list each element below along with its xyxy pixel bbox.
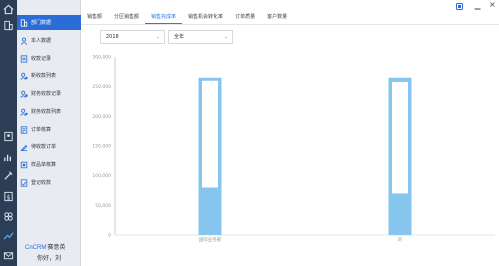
period-select-value: 全年 [174, 34, 185, 40]
contacts-icon[interactable] [3, 131, 14, 142]
chart-icon[interactable] [3, 152, 14, 163]
sidebar-item-label: 收款记录 [31, 56, 52, 62]
brand-name: CnCRM [25, 245, 47, 251]
sidebar-item-finance-receipt-records[interactable]: 财务收款记录 [17, 86, 81, 101]
sidebar-item-receipt-records[interactable]: 收款记录 [17, 51, 81, 66]
sidebar-item-label: 新收款列表 [31, 73, 57, 79]
tools-icon[interactable] [3, 170, 14, 181]
y-tick-label: 50,000 [95, 203, 111, 209]
brand-name-cn: 赛意英 [47, 245, 66, 251]
person-icon [20, 37, 28, 45]
tab-divider [81, 24, 499, 25]
sidebar-item-label: 财务收款记录 [31, 91, 62, 97]
sidebar-item-finance-receipt-list[interactable]: 财务收款列表 [17, 104, 81, 119]
minimize-icon[interactable] [474, 5, 481, 14]
y-tick-label: 300,000 [92, 55, 111, 61]
tab-sales-completion[interactable]: 销售完成率 [145, 10, 183, 24]
y-tick-label: 150,000 [92, 144, 111, 150]
grid-icon[interactable] [3, 211, 14, 222]
y-tick-label: 0 [108, 233, 111, 239]
x-tick-label: 刘 [398, 236, 403, 243]
sales-completion-chart: 300,000 250,000 200,000 150,000 100,000 50,00… [81, 48, 499, 258]
svg-text:$: $ [6, 193, 10, 201]
tab-region-sales[interactable]: 分区销售额 [108, 10, 145, 24]
sidebar-item-label: 待收款订单 [31, 144, 57, 150]
report-tabs: 销售额 分区销售额 销售完成率 销售机会转化率 订单质量 客户数量 [81, 10, 293, 24]
chart-canvas: 300,000 250,000 200,000 150,000 100,000 50,00… [92, 55, 495, 243]
tab-opportunity-conversion[interactable]: 销售机会转化率 [182, 10, 229, 24]
money-icon[interactable]: $ [3, 191, 14, 202]
receipt-icon [20, 54, 28, 63]
chevron-down-icon: ⌄ [155, 34, 160, 40]
sidebar-item-sample-accounting[interactable]: 样品单核算 [17, 157, 81, 172]
app-window: $ 部门数据 本人数据 收款记录 新收款列表 财务收款记录 财务收款列表 订单核… [0, 0, 499, 266]
sidebar-item-label: 财务收款列表 [31, 109, 62, 115]
tab-sales[interactable]: 销售额 [81, 10, 108, 24]
window-menu-icon[interactable] [456, 3, 463, 12]
home-icon[interactable] [3, 4, 14, 15]
sidebar-item-label: 样品单核算 [31, 162, 57, 168]
user-money-icon [20, 108, 28, 116]
tab-order-quality[interactable]: 订单质量 [229, 10, 261, 24]
mail-icon[interactable] [3, 250, 14, 261]
sidebar-item-label: 本人数据 [31, 38, 52, 44]
pen-icon [20, 143, 28, 151]
brand-logo: CnCRM赛意英 [25, 242, 65, 251]
trend-icon[interactable] [3, 230, 14, 241]
sidebar-item-department-data[interactable]: 部门数据 [17, 15, 81, 30]
tab-customer-count[interactable]: 客户数量 [261, 10, 293, 24]
sample-icon [20, 161, 28, 169]
sidebar-item-label: 登记收款 [31, 180, 52, 186]
register-icon [20, 178, 28, 187]
bar-inner [202, 80, 218, 188]
order-icon [20, 125, 28, 134]
sidebar-item-personal-data[interactable]: 本人数据 [17, 33, 81, 48]
sidebar-item-pending-orders[interactable]: 待收款订单 [17, 139, 81, 154]
bar-inner [392, 81, 408, 194]
building-icon[interactable] [3, 20, 14, 31]
y-tick-label: 250,000 [92, 84, 111, 90]
period-select[interactable]: 全年 ⌄ [168, 30, 233, 44]
sidebar-item-label: 订单核算 [31, 127, 52, 133]
sidebar: 部门数据 本人数据 收款记录 新收款列表 财务收款记录 财务收款列表 订单核算 [17, 0, 81, 266]
sidebar-item-new-receipt-list[interactable]: 新收款列表 [17, 68, 81, 83]
x-tick-label: 国际业务部 [199, 236, 222, 243]
sidebar-item-register-receipt[interactable]: 登记收款 [17, 175, 81, 190]
year-select[interactable]: 2018 ⌄ [100, 30, 165, 44]
user-greeting: 你好，刘 [37, 255, 62, 262]
sidebar-item-order-accounting[interactable]: 订单核算 [17, 122, 81, 137]
year-select-value: 2018 [106, 34, 119, 40]
chevron-down-icon: ⌄ [223, 34, 228, 40]
sidebar-item-label: 部门数据 [31, 20, 52, 26]
finance-record-icon [20, 90, 28, 98]
y-tick-label: 100,000 [92, 173, 111, 179]
y-tick-label: 200,000 [92, 114, 111, 120]
building-icon [20, 18, 28, 27]
close-icon[interactable]: × [489, 1, 496, 9]
user-money-icon [20, 72, 28, 80]
icon-rail: $ [0, 0, 17, 266]
